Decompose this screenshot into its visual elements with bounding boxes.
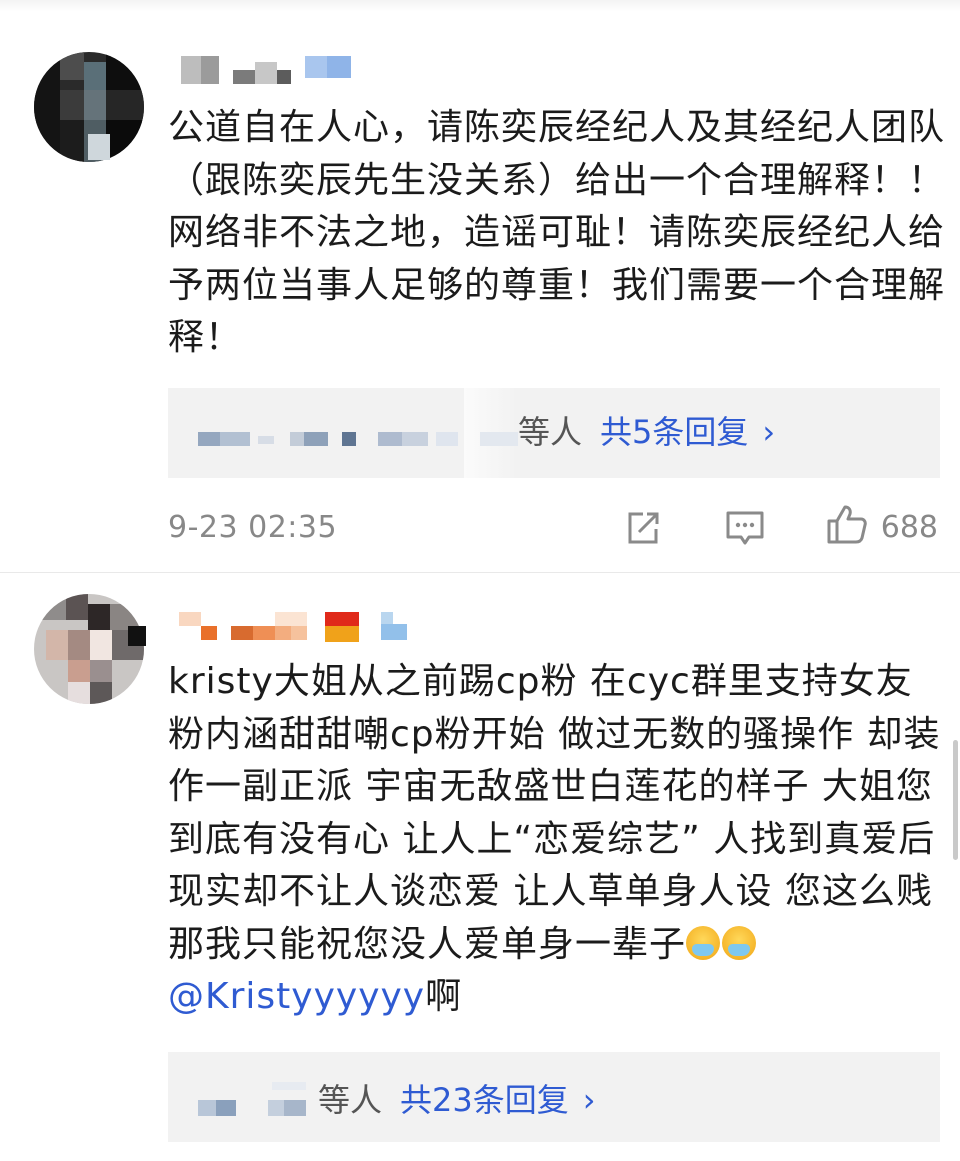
reply-summary[interactable]: 等人 共5条回复 › xyxy=(168,388,940,478)
comment-text: 公道自在人心，请陈奕辰经纪人及其经纪人团队（跟陈奕辰先生没关系）给出一个合理解释… xyxy=(168,107,946,358)
chevron-right-icon: › xyxy=(762,413,776,451)
replier-names-blurred xyxy=(168,388,518,478)
chevron-right-icon: › xyxy=(582,1081,596,1119)
reply-count-link[interactable]: 共23条回复 xyxy=(400,1081,569,1119)
comment-text-body: kristy大姐从之前踢cp粉 在cyc群里支持女友粉内涵甜甜嘲cp粉开始 做过… xyxy=(168,661,941,965)
avatar-mosaic-edge xyxy=(128,626,146,646)
avatar[interactable] xyxy=(34,594,144,704)
like-count: 688 xyxy=(880,510,938,545)
comment-text-tail: 啊 xyxy=(425,976,463,1017)
reply-summary-text: 等人 共23条回复 › xyxy=(318,1080,596,1120)
reply-count-link[interactable]: 共5条回复 xyxy=(600,413,748,451)
face-with-steam-emoji-icon xyxy=(686,925,721,960)
share-icon[interactable] xyxy=(623,508,663,552)
reply-etc-label: 等人 xyxy=(318,1081,383,1119)
thumbs-up-icon[interactable] xyxy=(825,502,869,550)
mention-link[interactable]: @Kristyyyyyy xyxy=(168,976,425,1017)
top-edge xyxy=(0,0,960,12)
comment-footer: 9-23 02:35 688 xyxy=(168,504,940,554)
comment-icon[interactable] xyxy=(724,508,766,554)
reply-summary[interactable]: 等人 共23条回复 › xyxy=(168,1052,940,1142)
comment-text: kristy大姐从之前踢cp粉 在cyc群里支持女友粉内涵甜甜嘲cp粉开始 做过… xyxy=(168,656,948,1024)
replier-names-blurred xyxy=(168,1052,318,1142)
scrollbar[interactable] xyxy=(953,740,958,860)
comment-feed: 公道自在人心，请陈奕辰经纪人及其经纪人团队（跟陈奕辰先生没关系）给出一个合理解释… xyxy=(0,0,960,1161)
timestamp: 9-23 02:35 xyxy=(168,510,338,545)
reply-etc-label: 等人 xyxy=(518,413,583,451)
reply-summary-text: 等人 共5条回复 › xyxy=(518,412,775,452)
face-with-steam-emoji-icon xyxy=(722,925,757,960)
avatar-mosaic-tail xyxy=(88,134,110,160)
comment-divider xyxy=(0,572,960,573)
username[interactable] xyxy=(175,56,535,86)
username[interactable] xyxy=(175,612,535,642)
